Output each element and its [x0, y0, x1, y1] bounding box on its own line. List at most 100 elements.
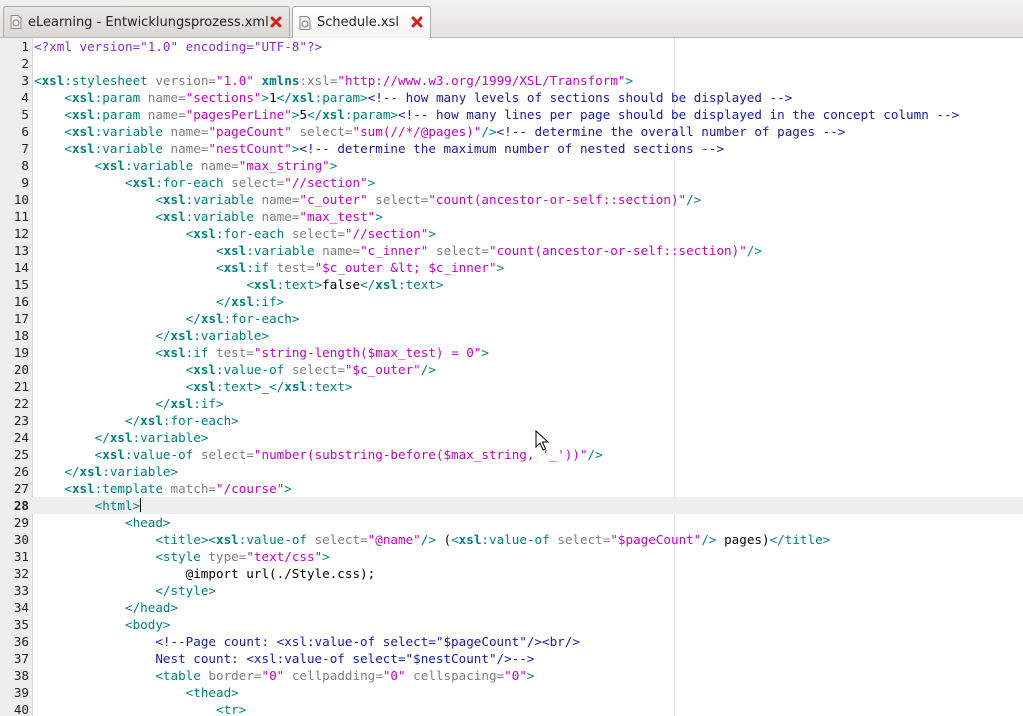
code-line[interactable]: 14 <xsl:if test="$c_outer &lt; $c_inner"…	[0, 259, 1023, 276]
code-token: xsl	[193, 226, 216, 241]
code-line[interactable]: 3 <xsl:stylesheet version="1.0" xmlns:xsl…	[0, 72, 1023, 89]
code-token: xsl	[322, 107, 345, 122]
code-line[interactable]: 26 </xsl:variable>	[0, 463, 1023, 480]
code-line[interactable]: 17 </xsl:for-each>	[0, 310, 1023, 327]
code-token: xsl	[193, 362, 216, 377]
line-number: 4	[21, 90, 29, 105]
code-token: xsl	[200, 311, 224, 326]
code-lines[interactable]: 1 <?xml version="1.0" encoding="UTF-8"?> 2…	[0, 38, 1023, 716]
code-line[interactable]: 25 <xsl:value-of select="number(substrin…	[0, 446, 1023, 463]
tab-schedule-xsl[interactable]: Schedule.xsl	[292, 6, 431, 38]
code-token: :template	[94, 481, 171, 496]
tab-label: eLearning - Entwicklungsprozess.xml	[28, 14, 269, 30]
code-token: :text>	[276, 277, 323, 292]
line-number: 26	[13, 464, 29, 479]
code-line[interactable]: 21 <xsl:text>_</xsl:text>	[0, 378, 1023, 395]
code-token: :param>	[314, 90, 368, 105]
code-token: xsl	[109, 430, 133, 445]
line-code: </xsl:variable>	[34, 429, 209, 446]
code-line[interactable]: 29 <head>	[0, 514, 1023, 531]
code-token: :variable	[125, 158, 201, 173]
code-line[interactable]: 13 <xsl:variable name="c_inner" select="…	[0, 242, 1023, 259]
tab-elearning-xml[interactable]: eLearning - Entwicklungsprozess.xml	[3, 6, 290, 37]
code-line[interactable]: 33 </style>	[0, 582, 1023, 599]
code-token: </	[215, 294, 232, 309]
code-line[interactable]: 15 <xsl:text>false</xsl:text>	[0, 276, 1023, 293]
code-line[interactable]: 39 <thead>	[0, 684, 1023, 701]
line-number: 18	[13, 328, 29, 343]
code-line[interactable]: 1 <?xml version="1.0" encoding="UTF-8"?>	[0, 38, 1023, 55]
code-line[interactable]: 7 <xsl:variable name="nestCount"><!-- de…	[0, 140, 1023, 157]
code-token: :if	[185, 345, 217, 360]
line-number: 2	[21, 56, 29, 71]
code-token: </	[360, 277, 376, 292]
code-line[interactable]: 35 <body>	[0, 616, 1023, 633]
line-number: 32	[13, 566, 29, 581]
line-number: 3	[21, 73, 29, 88]
code-token: :if>	[253, 294, 285, 309]
code-editor[interactable]: 1 <?xml version="1.0" encoding="UTF-8"?> 2…	[0, 38, 1023, 716]
line-number: 31	[13, 549, 29, 564]
code-line[interactable]: 22 </xsl:if>	[0, 395, 1023, 412]
code-line[interactable]: 10 <xsl:variable name="c_outer" select="…	[0, 191, 1023, 208]
line-code: <xsl:value-of select="$c_outer"/>	[34, 361, 436, 378]
code-line[interactable]: 4 <xsl:param name="sections">1</xsl:para…	[0, 89, 1023, 106]
code-token: :param	[94, 107, 148, 122]
code-line[interactable]: 12 <xsl:for-each select="//section">	[0, 225, 1023, 242]
code-line[interactable]: 6 <xsl:variable name="pageCount" select=…	[0, 123, 1023, 140]
code-line[interactable]: 36 <!--Page count: <xsl:value-of select=…	[0, 633, 1023, 650]
close-tab-icon[interactable]	[269, 15, 283, 29]
code-line[interactable]: 24 </xsl:variable>	[0, 429, 1023, 446]
line-code: <body>	[34, 616, 171, 633]
code-token: xsl	[71, 124, 95, 139]
line-code: <xsl:variable name="c_outer" select="cou…	[34, 191, 701, 208]
xml-editor-window: eLearning - Entwicklungsprozess.xml Sche…	[0, 0, 1023, 716]
code-token: _	[261, 379, 270, 394]
code-token: >	[329, 158, 338, 173]
code-line[interactable]: 18 </xsl:variable>	[0, 327, 1023, 344]
code-token: >	[284, 481, 292, 496]
code-line[interactable]: 11 <xsl:variable name="max_test">	[0, 208, 1023, 225]
code-token: >	[375, 209, 383, 224]
code-line[interactable]: 20 <xsl:value-of select="$c_outer"/>	[0, 361, 1023, 378]
code-line[interactable]: 23 </xsl:for-each>	[0, 412, 1023, 429]
code-token: "max_string"	[238, 158, 330, 173]
code-line[interactable]: 40 <tr>	[0, 701, 1023, 716]
line-code: <xsl:template match="/course">	[34, 480, 292, 497]
code-line[interactable]: 19 <xsl:if test="string-length($max_test…	[0, 344, 1023, 361]
line-code: <xsl:variable name="max_test">	[34, 208, 383, 225]
code-token: <style	[155, 549, 209, 564]
code-line[interactable]: 28 <html>	[0, 497, 1023, 514]
line-number: 14	[13, 260, 29, 275]
code-line[interactable]: 30 <title><xsl:value-of select="@name"/>…	[0, 531, 1023, 548]
code-line[interactable]: 2	[0, 55, 1023, 72]
code-line[interactable]: 31 <style type="text/css">	[0, 548, 1023, 565]
line-number: 39	[13, 685, 29, 700]
code-line[interactable]: 32 @import url(./Style.css);	[0, 565, 1023, 582]
code-token: :for-each	[155, 175, 232, 190]
line-number: 36	[13, 634, 29, 649]
code-line[interactable]: 16 </xsl:if>	[0, 293, 1023, 310]
code-line[interactable]: 37 Nest count: <xsl:value-of select="$ne…	[0, 650, 1023, 667]
line-number: 5	[21, 107, 29, 122]
code-token: />	[746, 243, 762, 258]
code-token: :variable	[246, 243, 323, 258]
code-line[interactable]: 27 <xsl:template match="/course">	[0, 480, 1023, 497]
code-line[interactable]: 34 </head>	[0, 599, 1023, 616]
code-line[interactable]: 5 <xsl:param name="pagesPerLine">5</xsl:…	[0, 106, 1023, 123]
code-line[interactable]: 38 <table border="0" cellpadding="0" cel…	[0, 667, 1023, 684]
code-token: xsl	[71, 481, 95, 496]
code-line[interactable]: 9 <xsl:for-each select="//section">	[0, 174, 1023, 191]
code-line[interactable]: 8 <xsl:variable name="max_string">	[0, 157, 1023, 174]
code-token: xsl	[162, 192, 186, 207]
line-number: 35	[13, 617, 29, 632]
close-tab-icon[interactable]	[410, 15, 424, 29]
